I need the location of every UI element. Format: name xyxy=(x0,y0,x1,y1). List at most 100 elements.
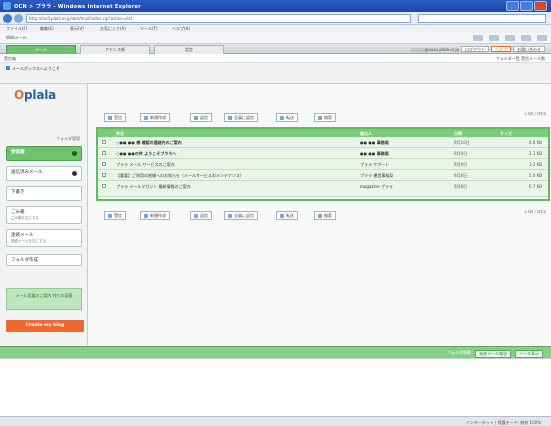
home-icon[interactable] xyxy=(473,35,483,41)
view-source-button[interactable]: ソース表示 xyxy=(515,350,543,358)
unread-badge-icon xyxy=(72,151,77,156)
table-header: 件名 差出人 日時 サイズ xyxy=(98,129,548,137)
reply-button[interactable]: 返信 xyxy=(190,113,212,122)
move-folder-button[interactable]: フォルダ移動 xyxy=(447,350,471,358)
receive-button[interactable]: 受信 xyxy=(104,113,126,122)
compose-button[interactable]: 新規作成 xyxy=(140,113,170,122)
tools-menu-icon[interactable] xyxy=(537,35,547,41)
row-subject[interactable]: プララ メール サービスのご案内 xyxy=(116,162,356,168)
toolbar-icons xyxy=(473,35,547,41)
pager-top[interactable]: 1-5件 / 5件中 xyxy=(488,112,546,124)
contact-link[interactable]: お問い合わせ xyxy=(513,46,545,52)
row-checkbox[interactable] xyxy=(102,184,106,188)
search-button-bottom[interactable]: 検索 xyxy=(314,211,336,220)
row-checkbox[interactable] xyxy=(102,162,106,166)
tab-address-book[interactable]: アドレス帳 xyxy=(80,45,150,54)
row-from: プララ サポート xyxy=(360,162,390,167)
browser-search-input[interactable] xyxy=(418,14,546,23)
receive-button-bottom[interactable]: 受信 xyxy=(104,211,126,220)
reply-all-label: 全員に返信 xyxy=(234,115,254,120)
forward-icon[interactable] xyxy=(14,14,23,23)
sidebar-item-drafts[interactable]: 下書き xyxy=(6,186,82,201)
reply-all-icon xyxy=(228,116,232,120)
menu-favorites[interactable]: お気に入り(A) xyxy=(100,26,126,32)
quota-info-box[interactable]: メール容量のご案内 残りの容量 xyxy=(6,288,82,310)
logout-link[interactable]: ログアウト xyxy=(461,46,489,52)
menu-file[interactable]: ファイル(F) xyxy=(6,26,27,32)
sidebar-item-sent[interactable]: 送信済みメール xyxy=(6,166,82,181)
help-link[interactable]: ヘルプ xyxy=(491,46,511,52)
table-row[interactable]: プララ メールマガジン 最新情報のご案内 magazine プララ 9月8日 6… xyxy=(98,181,548,197)
close-button[interactable] xyxy=(534,1,547,11)
tab-mail[interactable]: メール xyxy=(6,45,76,54)
empty-trash-link[interactable]: ごみ箱を空にする xyxy=(11,216,77,221)
webmail-header: メール アドレス帳 設定 ○○○○@xxxx.plala.or.jp ログアウト… xyxy=(0,44,551,84)
table-row[interactable]: プララ メール サービスのご案内 プララ サポート 9月9日 3.2 KB xyxy=(98,159,548,170)
reply-icon xyxy=(194,214,198,218)
menu-help[interactable]: ヘルプ(H) xyxy=(172,26,190,32)
row-checkbox[interactable] xyxy=(102,140,106,144)
tab-settings[interactable]: 設定 xyxy=(154,45,224,54)
compose-button-bottom[interactable]: 新規作成 xyxy=(140,211,170,220)
row-checkbox[interactable] xyxy=(102,173,106,177)
plala-logo: Oplala xyxy=(14,88,56,102)
row-subject[interactable]: 【重要】ご利用の皆様へのお知らせ（メールサービスのメンテナンス） xyxy=(116,173,356,179)
address-input[interactable]: http://mail.plala.or.jp/wm/mail/index.cg… xyxy=(26,14,411,23)
preview-buttons: フォルダ移動 迷惑メール報告 ソース表示 xyxy=(447,350,543,358)
row-subject[interactable]: プララ メールマガジン 最新情報のご案内 xyxy=(116,184,356,190)
minimize-button[interactable] xyxy=(506,1,519,11)
reply-all-button-bottom[interactable]: 全員に返信 xyxy=(224,211,258,220)
report-spam-button[interactable]: 迷惑メール報告 xyxy=(475,350,512,358)
row-date: 9月8日 xyxy=(454,173,468,178)
welcome-text: メールボックスへようこそ xyxy=(12,66,60,71)
table-row[interactable]: 【重要】ご利用の皆様へのお知らせ（メールサービスのメンテナンス） プララ 運営事… xyxy=(98,170,548,181)
forward-button[interactable]: 転送 xyxy=(276,113,298,122)
compose-label: 新規作成 xyxy=(150,115,166,120)
create-blog-button[interactable]: Create my blog xyxy=(6,320,84,332)
mail-table: 件名 差出人 日時 サイズ ○●● ●● 様 確認の連絡先のご案内 ●● ●● … xyxy=(96,127,550,201)
maximize-button[interactable] xyxy=(520,1,533,11)
status-text: インターネット | 保護モード: 無効 100% xyxy=(465,420,541,425)
table-row[interactable]: ○●● ●● 様 確認の連絡先のご案内 ●● ●● 事務局 9月10日 4.8 … xyxy=(98,137,548,148)
sidebar-item-inbox[interactable]: 受信箱 xyxy=(6,146,82,161)
reply-all-button[interactable]: 全員に返信 xyxy=(224,113,258,122)
row-size: 6.7 KB xyxy=(529,184,542,189)
sidebar-item-label: 下書き xyxy=(11,190,25,195)
forward-label: 転送 xyxy=(286,213,294,218)
compose-label: 新規作成 xyxy=(150,213,166,218)
row-subject[interactable]: ○●● ●● 様 確認の連絡先のご案内 xyxy=(116,140,356,146)
compose-icon xyxy=(144,214,148,218)
favorites-bar: Webメール xyxy=(0,33,551,44)
row-subject[interactable]: ○●● ●●の件 ようこそプララへ xyxy=(116,151,356,157)
row-checkbox[interactable] xyxy=(102,151,106,155)
feed-icon[interactable] xyxy=(489,35,499,41)
folder-manage-link[interactable]: フォルダ管理 xyxy=(6,136,80,145)
sidebar-item-create-folder[interactable]: フォルダ作成 xyxy=(6,254,82,266)
address-bar-area: http://mail.plala.or.jp/wm/mail/index.cg… xyxy=(0,12,551,25)
empty-spam-link[interactable]: 迷惑メールを空にする xyxy=(11,239,77,244)
menu-tools[interactable]: ツール(T) xyxy=(140,26,158,32)
forward-mail-icon xyxy=(280,214,284,218)
sidebar-item-label: 送信済みメール xyxy=(11,170,43,175)
reply-button-bottom[interactable]: 返信 xyxy=(190,211,212,220)
preview-pane xyxy=(0,358,551,416)
page-menu-icon[interactable] xyxy=(521,35,531,41)
search-button[interactable]: 検索 xyxy=(314,113,336,122)
back-icon[interactable] xyxy=(3,14,12,23)
row-from: ●● ●● 事務局 xyxy=(360,151,389,156)
row-from: プララ 運営事務局 xyxy=(360,173,394,178)
menu-edit[interactable]: 編集(E) xyxy=(40,26,54,32)
sidebar-item-trash[interactable]: ごみ箱 ごみ箱を空にする xyxy=(6,206,82,224)
pager-bottom[interactable]: 1-5件 / 5件中 xyxy=(488,210,546,222)
mail-toolbar-bottom: 受信 新規作成 返信 全員に返信 転送 検索 1-5件 / 5件中 xyxy=(96,210,546,222)
sidebar-item-spam[interactable]: 迷惑メール 迷惑メールを空にする xyxy=(6,229,82,247)
print-icon[interactable] xyxy=(505,35,515,41)
favorite-tab[interactable]: Webメール xyxy=(6,35,27,41)
row-size: 2.1 KB xyxy=(529,151,542,156)
info-icon xyxy=(6,66,10,70)
table-row[interactable]: ○●● ●●の件 ようこそプララへ ●● ●● 事務局 9月9日 2.1 KB xyxy=(98,148,548,159)
forward-button-bottom[interactable]: 転送 xyxy=(276,211,298,220)
row-size: 5.0 KB xyxy=(529,173,542,178)
menu-view[interactable]: 表示(V) xyxy=(70,26,84,32)
receive-icon xyxy=(108,116,112,120)
